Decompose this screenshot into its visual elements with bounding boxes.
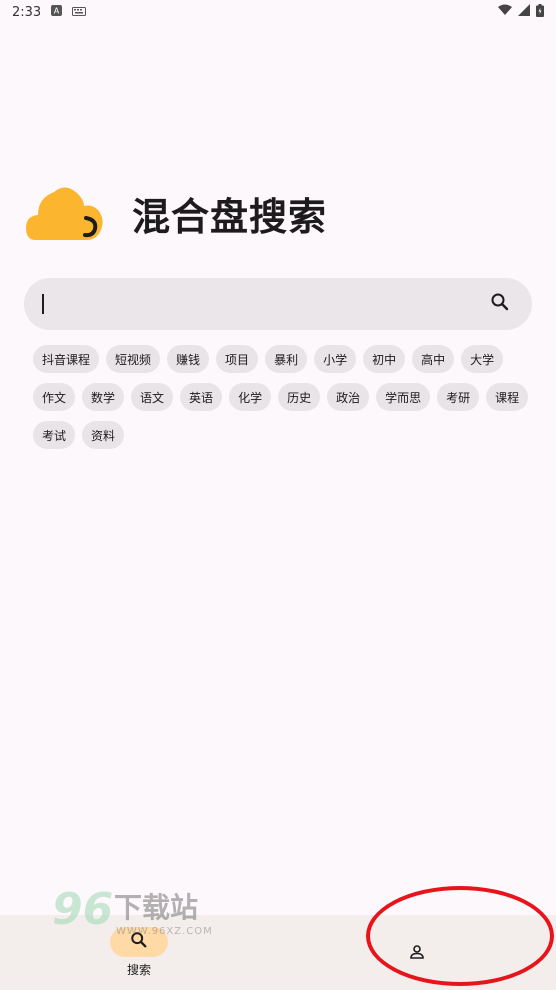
battery-icon [536,3,544,21]
search-icon [130,931,148,953]
tag-chip[interactable]: 资料 [82,421,125,449]
app-title: 混合盘搜索 [132,194,328,239]
app-header: 混合盘搜索 [26,176,327,250]
tag-chip[interactable]: 政治 [327,383,370,411]
nav-item-search[interactable]: 搜索 [0,915,278,990]
nav-label-search: 搜索 [126,963,151,977]
tag-list: 抖音课程 短视频 赚钱 项目 暴利 小学 初中 高中 大学 作文 数学 语文 英… [33,345,533,449]
cloud-logo-icon [26,180,104,246]
tag-chip[interactable]: 赚钱 [167,345,210,373]
svg-text:A: A [54,7,60,16]
tag-chip[interactable]: 学而思 [376,383,431,411]
tag-chip[interactable]: 大学 [461,345,504,373]
bottom-nav: 搜索 [0,915,556,990]
nav-item-profile[interactable] [278,915,556,990]
tag-chip[interactable]: 数学 [82,383,125,411]
person-icon [409,944,425,964]
text-cursor [42,294,44,314]
status-time: 2:33 [12,4,42,20]
notification-a-icon: A [51,5,63,19]
tag-chip[interactable]: 暴利 [265,345,308,373]
tag-chip[interactable]: 考研 [437,383,480,411]
tag-chip[interactable]: 课程 [486,383,529,411]
nav-pill-profile[interactable] [388,939,446,969]
search-field-wrap[interactable] [42,292,474,316]
status-right [498,3,544,21]
tag-chip[interactable]: 小学 [314,345,357,373]
signal-icon [518,4,530,20]
tag-chip[interactable]: 短视频 [106,345,161,373]
status-bar: 2:33 A [0,0,556,24]
keyboard-icon [72,6,87,19]
search-input[interactable] [50,292,474,316]
tag-chip[interactable]: 语文 [131,383,174,411]
nav-pill-search[interactable] [110,927,168,957]
tag-chip[interactable]: 作文 [33,383,76,411]
tag-chip[interactable]: 英语 [180,383,223,411]
tag-chip[interactable]: 高中 [412,345,455,373]
tag-chip[interactable]: 考试 [33,421,76,449]
tag-chip[interactable]: 历史 [278,383,321,411]
search-bar[interactable] [24,278,532,330]
tag-chip[interactable]: 抖音课程 [33,345,100,373]
wifi-icon [498,4,512,20]
status-left: 2:33 A [12,4,87,20]
tag-chip[interactable]: 化学 [229,383,272,411]
tag-chip[interactable]: 初中 [363,345,406,373]
search-icon[interactable] [490,292,510,316]
tag-chip[interactable]: 项目 [216,345,259,373]
